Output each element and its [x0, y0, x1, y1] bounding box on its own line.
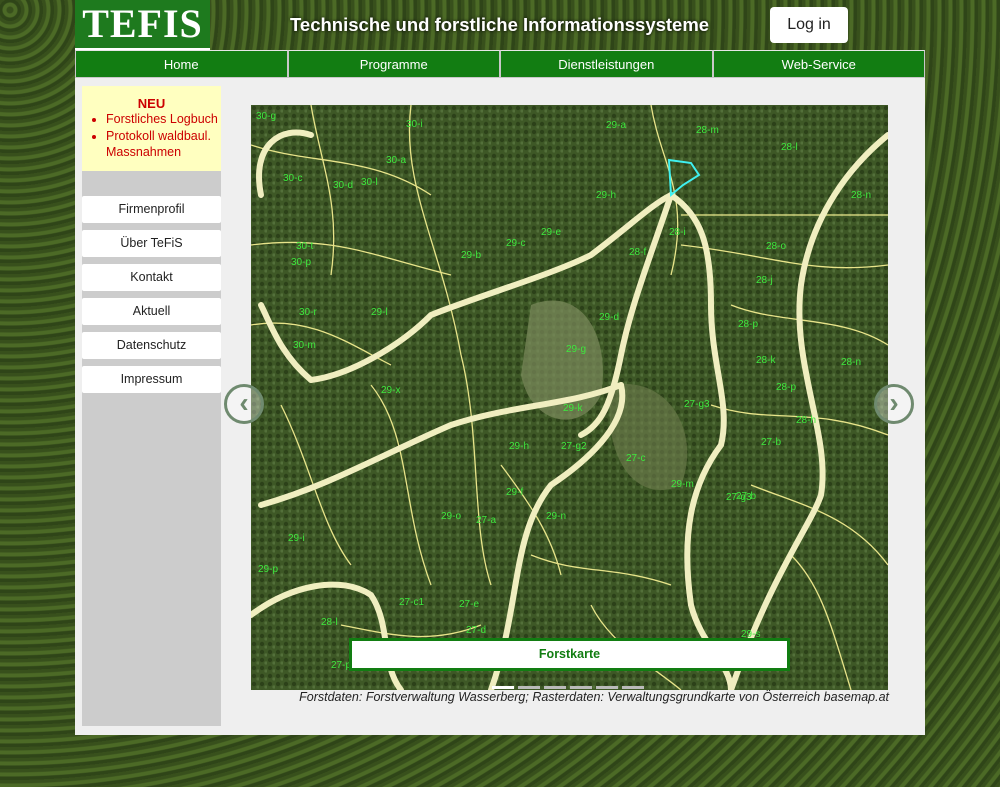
parcel-label: 29-b [461, 250, 481, 261]
parcel-label: 30-a [386, 155, 406, 166]
parcel-label: 27-g3 [726, 492, 752, 503]
login-button[interactable]: Log in [770, 7, 848, 43]
parcel-label: 29-g [566, 344, 586, 355]
parcel-label: 28-i [669, 227, 686, 238]
parcel-label: 28-o [766, 241, 786, 252]
carousel-prev-icon[interactable]: ‹ [224, 384, 264, 424]
main-nav: Home Programme Dienstleistungen Web-Serv… [75, 50, 925, 78]
parcel-label: 28-k [756, 355, 776, 366]
parcel-label: 27-d [466, 625, 486, 636]
parcel-label: 29-x [381, 385, 400, 396]
carousel-dot[interactable] [544, 686, 566, 689]
carousel-dot[interactable] [596, 686, 618, 689]
carousel-dot[interactable] [622, 686, 644, 689]
parcel-label: 30-r [299, 307, 317, 318]
parcel-label: 28-f [629, 247, 646, 258]
parcel-label: 28-p [738, 319, 758, 330]
header: TEFIS Technische und forstliche Informat… [75, 0, 925, 50]
parcel-label: 27-g3 [684, 399, 710, 410]
parcel-label: 28-n [841, 357, 861, 368]
sidebar-button-datenschutz[interactable]: Datenschutz [82, 332, 221, 359]
map-source-credit: Forstdaten: Forstverwaltung Wasserberg; … [299, 690, 889, 704]
parcel-label: 29-h [509, 441, 529, 452]
parcel-label: 27-e [459, 599, 479, 610]
carousel-next-icon[interactable]: › [874, 384, 914, 424]
parcel-label: 27-g2 [561, 441, 587, 452]
news-box: NEU Forstliches Logbuch Protokoll waldba… [82, 86, 221, 171]
carousel-indicators [492, 686, 644, 689]
content-area: NEU Forstliches Logbuch Protokoll waldba… [75, 78, 925, 735]
parcel-label: 29-m [671, 479, 694, 490]
parcel-label: 28-p [776, 382, 796, 393]
sidebar-button-ueber-tefis[interactable]: Über TeFiS [82, 230, 221, 257]
sidebar: NEU Forstliches Logbuch Protokoll waldba… [82, 86, 221, 726]
carousel-dot[interactable] [492, 686, 514, 689]
parcel-label: 29-l [371, 307, 388, 318]
parcel-label: 28-j [756, 275, 773, 286]
parcel-label: 30-g [256, 111, 276, 122]
parcel-label: 29-i [288, 533, 305, 544]
sidebar-button-impressum[interactable]: Impressum [82, 366, 221, 393]
sidebar-button-aktuell[interactable]: Aktuell [82, 298, 221, 325]
forest-map-image: 30-g 30-i 30-a 29-a 28-m 28-l 30-c 30-d 30-l 29-h… [251, 105, 888, 690]
parcel-label: 28-h [796, 415, 816, 426]
parcel-label: 29-k [563, 403, 583, 414]
parcel-label: 27-b [761, 437, 781, 448]
sidebar-button-firmenprofil[interactable]: Firmenprofil [82, 196, 221, 223]
parcel-label: 30-l [361, 177, 378, 188]
nav-item-programme[interactable]: Programme [287, 50, 500, 78]
nav-item-dienstleistungen[interactable]: Dienstleistungen [500, 50, 713, 78]
parcel-label: 29-p [258, 564, 278, 575]
news-item-logbuch[interactable]: Forstliches Logbuch [106, 111, 221, 128]
parcel-label: 30-m [293, 340, 316, 351]
parcel-label: 28-l [781, 142, 798, 153]
parcel-label: 30-d [333, 180, 353, 191]
carousel-caption[interactable]: Forstkarte [349, 638, 790, 671]
parcel-label: 29-h [596, 190, 616, 201]
nav-item-home[interactable]: Home [75, 50, 288, 78]
parcel-label: 30-p [291, 257, 311, 268]
news-title: NEU [137, 96, 166, 111]
parcel-label: 29-f [506, 487, 523, 498]
parcel-label: 29-c [506, 238, 525, 249]
parcel-label: 29-e [541, 227, 561, 238]
news-list: Forstliches Logbuch Protokoll waldbaul. … [82, 111, 221, 161]
forest-map-svg: 30-g 30-i 30-a 29-a 28-m 28-l 30-c 30-d 30-l 29-h… [251, 105, 888, 690]
parcel-label: 30-t [296, 241, 313, 252]
parcel-label: 28-m [696, 125, 719, 136]
carousel-dot[interactable] [518, 686, 540, 689]
site-title: Technische und forstliche Informationssy… [290, 14, 710, 35]
parcel-label: 29-n [546, 511, 566, 522]
parcel-label: 27-c1 [399, 597, 424, 608]
carousel-dot[interactable] [570, 686, 592, 689]
parcel-label: 27-c [626, 453, 645, 464]
parcel-label: 29-d [599, 312, 619, 323]
parcel-label: 28-l [321, 617, 338, 628]
sidebar-buttons: Firmenprofil Über TeFiS Kontakt Aktuell … [82, 196, 221, 400]
nav-item-web-service[interactable]: Web-Service [712, 50, 925, 78]
parcel-label: 29-a [606, 120, 626, 131]
parcel-label: 30-c [283, 173, 302, 184]
parcel-label: 29-o [441, 511, 461, 522]
parcel-label: 28-n [851, 190, 871, 201]
tefis-logo[interactable]: TEFIS [75, 0, 210, 50]
parcel-label: 30-i [406, 119, 423, 130]
sidebar-button-kontakt[interactable]: Kontakt [82, 264, 221, 291]
news-item-protokoll[interactable]: Protokoll waldbaul. Massnahmen [106, 128, 221, 161]
parcel-label: 27-a [476, 515, 496, 526]
